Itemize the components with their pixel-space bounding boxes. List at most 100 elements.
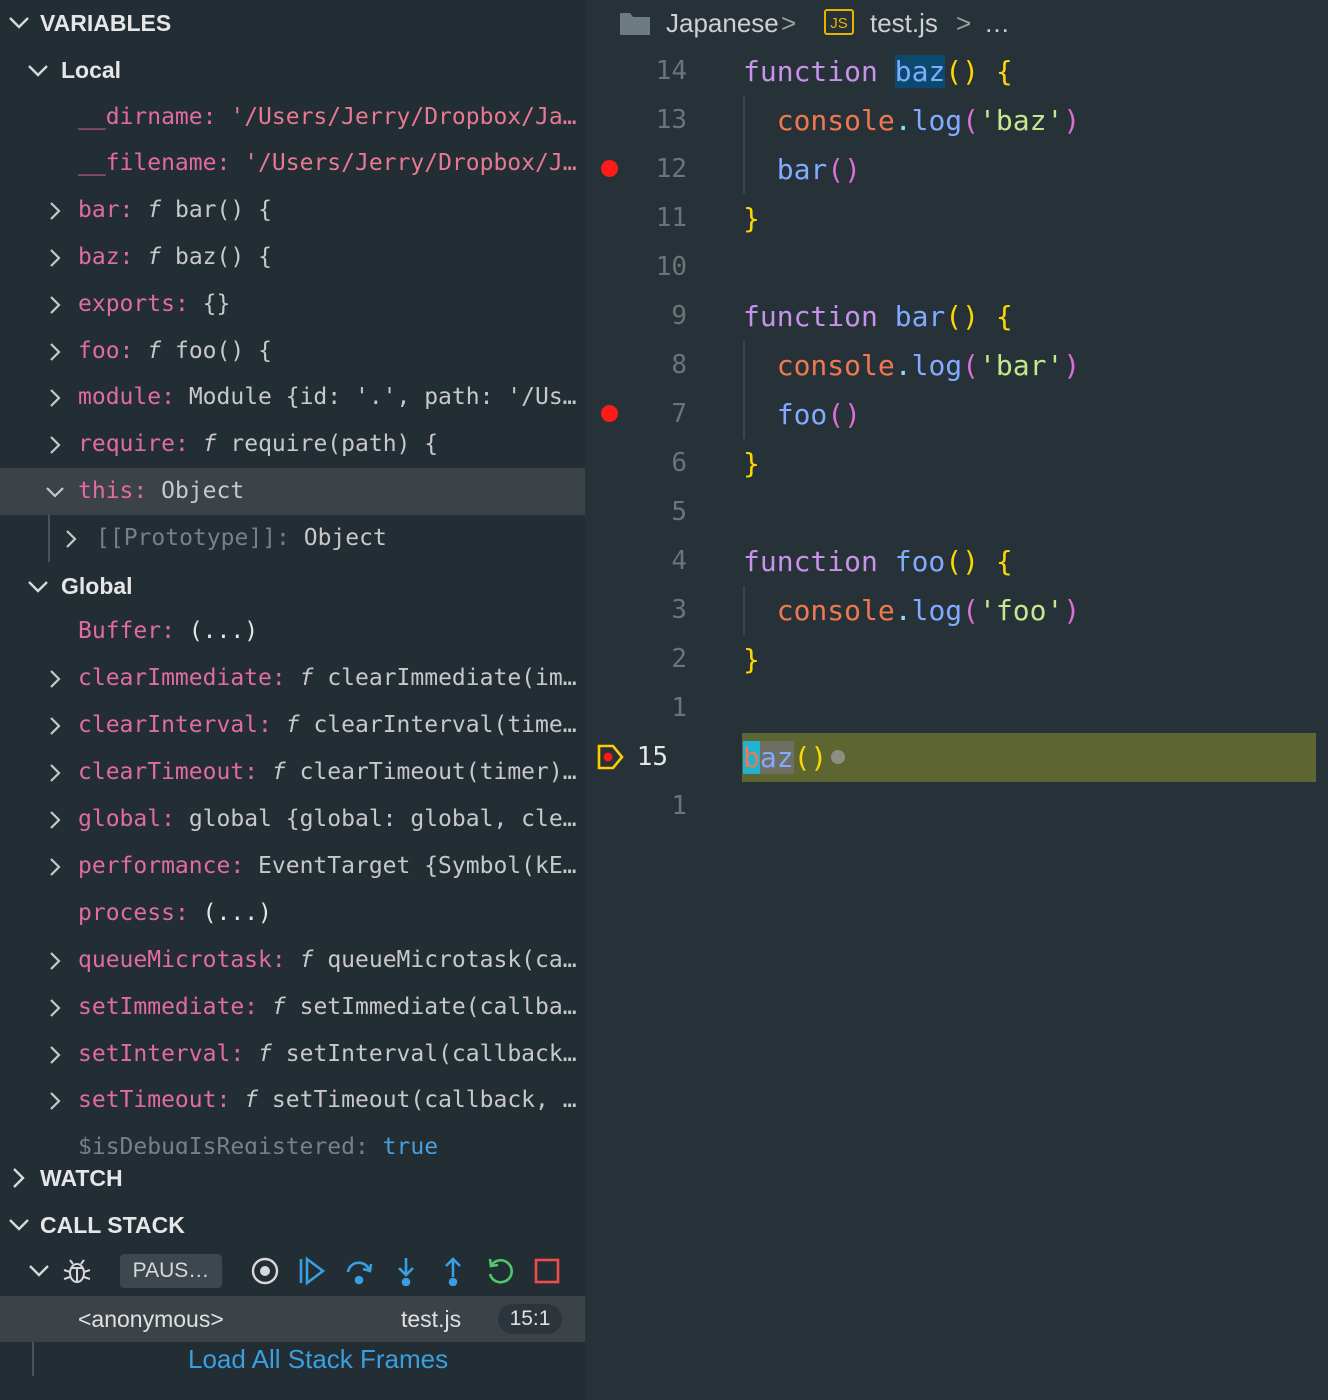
variable-name: setTimeout — [78, 1087, 217, 1113]
variable-name: clearInterval — [78, 712, 259, 738]
variable-name: setInterval — [78, 1041, 231, 1067]
variable-row-global[interactable]: global: global {global: global, cle… — [0, 796, 585, 843]
callstack-section-header[interactable]: CALL STACK — [0, 1202, 585, 1248]
code-line[interactable]: console.log('baz') — [743, 96, 1080, 145]
breakpoints-icon[interactable] — [250, 1256, 280, 1286]
variable-name: performance — [78, 853, 231, 879]
variable-row-process[interactable]: process: (...) — [0, 890, 585, 937]
breakpoint-dot-icon[interactable] — [601, 405, 618, 422]
variable-row-prototype[interactable]: [[Prototype]]: Object — [0, 515, 585, 562]
chevron-down-icon[interactable] — [44, 468, 66, 515]
code-line[interactable]: } — [743, 194, 760, 243]
breadcrumb-more[interactable]: … — [984, 0, 1010, 46]
watch-section-header[interactable]: WATCH — [0, 1155, 585, 1201]
variable-row-setinterval[interactable]: setInterval: f setInterval(callback… — [0, 1031, 585, 1078]
variable-row-module[interactable]: module: Module {id: '.', path: '/Us… — [0, 374, 585, 421]
chevron-right-icon[interactable] — [44, 187, 66, 234]
variable-row-performance[interactable]: performance: EventTarget {Symbol(kE… — [0, 843, 585, 890]
variable-row-baz[interactable]: baz: f baz() { — [0, 234, 585, 281]
variables-section-title: VARIABLES — [40, 10, 172, 36]
chevron-right-icon[interactable] — [44, 984, 66, 1031]
variables-section-header[interactable]: VARIABLES — [0, 0, 585, 46]
continue-icon[interactable] — [297, 1256, 327, 1286]
variable-row-filename[interactable]: __filename: '/Users/Jerry/Dropbox/J… — [0, 140, 585, 187]
code-line-current[interactable]: baz() — [743, 733, 827, 782]
step-over-icon[interactable] — [344, 1256, 374, 1286]
function-glyph: f — [271, 994, 286, 1020]
variable-row-bar[interactable]: bar: f bar() { — [0, 187, 585, 234]
chevron-right-icon[interactable] — [44, 655, 66, 702]
code-line[interactable]: console.log('bar') — [743, 341, 1080, 390]
variable-value: setInterval(callback… — [285, 1041, 577, 1067]
inline-breakpoint-icon[interactable] — [831, 750, 845, 764]
chevron-right-icon[interactable] — [44, 281, 66, 328]
restart-icon[interactable] — [485, 1256, 515, 1286]
variable-value: global {global: global, cle… — [188, 806, 577, 832]
chevron-down-icon[interactable] — [24, 1256, 54, 1286]
breadcrumb-file[interactable]: test.js — [870, 0, 938, 46]
variable-row-require[interactable]: require: f require(path) { — [0, 421, 585, 468]
code-line[interactable]: function baz() { — [743, 47, 1013, 96]
variable-value: baz() { — [174, 244, 272, 270]
variable-row-isdebugisregistered[interactable]: $isDebugIsRegistered: true — [0, 1124, 585, 1154]
chevron-right-icon[interactable] — [44, 1031, 66, 1078]
variable-name: module — [78, 384, 162, 410]
code-line[interactable]: bar() — [743, 145, 861, 194]
variable-row-foo[interactable]: foo: f foo() { — [0, 328, 585, 375]
step-out-icon[interactable] — [438, 1256, 468, 1286]
variable-value: Object — [303, 525, 387, 551]
breakpoint-dot-icon[interactable] — [601, 160, 618, 177]
breadcrumb-folder[interactable]: Japanese — [666, 0, 779, 46]
variable-row-clearimmediate[interactable]: clearImmediate: f clearImmediate(im… — [0, 655, 585, 702]
code-line[interactable]: } — [743, 635, 760, 684]
paused-status-badge: PAUS… — [120, 1254, 222, 1288]
chevron-right-icon[interactable] — [44, 1077, 66, 1124]
variable-row-exports[interactable]: exports: {} — [0, 281, 585, 328]
variable-value: {} — [202, 291, 231, 317]
variable-value: queueMicrotask(ca… — [327, 947, 577, 973]
variable-row-queuemicrotask[interactable]: queueMicrotask: f queueMicrotask(ca… — [0, 937, 585, 984]
load-all-stack-frames-link[interactable]: Load All Stack Frames — [188, 1342, 448, 1376]
function-glyph: f — [271, 759, 286, 785]
variable-name: [[Prototype]] — [96, 525, 277, 551]
line-number: 9 — [671, 301, 687, 331]
code-line[interactable]: function foo() { — [743, 537, 1013, 586]
chevron-right-icon[interactable] — [44, 374, 66, 421]
variable-row-settimeout[interactable]: setTimeout: f setTimeout(callback, … — [0, 1077, 585, 1124]
variable-row-this[interactable]: this: Object — [0, 468, 585, 515]
chevron-right-icon[interactable] — [44, 328, 66, 375]
chevron-right-icon[interactable] — [44, 937, 66, 984]
stack-frame-row[interactable]: <anonymous> test.js 15:1 — [0, 1296, 585, 1342]
variable-value: clearTimeout(timer)… — [299, 759, 577, 785]
chevron-right-icon[interactable] — [44, 749, 66, 796]
chevron-right-icon[interactable] — [44, 234, 66, 281]
code-line[interactable]: } — [743, 439, 760, 488]
line-number: 6 — [671, 448, 687, 478]
scope-global[interactable]: Global — [0, 563, 585, 610]
step-into-icon[interactable] — [391, 1256, 421, 1286]
chevron-right-icon[interactable] — [44, 421, 66, 468]
variable-row-setimmediate[interactable]: setImmediate: f setImmediate(callba… — [0, 984, 585, 1031]
chevron-right-icon[interactable] — [60, 515, 82, 562]
variable-row-cleartimeout[interactable]: clearTimeout: f clearTimeout(timer)… — [0, 749, 585, 796]
chevron-right-icon[interactable] — [44, 796, 66, 843]
chevron-right-icon[interactable] — [44, 843, 66, 890]
code-line[interactable]: foo() — [743, 390, 861, 439]
code-line[interactable]: console.log('foo') — [743, 586, 1080, 635]
chevron-down-icon — [6, 0, 32, 46]
variable-row-buffer[interactable]: Buffer: (...) — [0, 608, 585, 655]
variable-row-clearinterval[interactable]: clearInterval: f clearInterval(time… — [0, 702, 585, 749]
variable-value: '/Users/Jerry/Dropbox/Ja… — [230, 104, 577, 130]
current-frame-icon[interactable] — [597, 744, 625, 774]
code-editor: Japanese > JS test.js > … 14 13 12 11 10… — [585, 0, 1328, 1400]
code-line[interactable]: function bar() { — [743, 292, 1013, 341]
stack-frame-position: 15:1 — [498, 1304, 562, 1334]
stop-icon[interactable] — [532, 1256, 562, 1286]
variable-row-dirname[interactable]: __dirname: '/Users/Jerry/Dropbox/Ja… — [0, 94, 585, 141]
chevron-right-icon[interactable] — [44, 702, 66, 749]
function-glyph: f — [299, 947, 314, 973]
variable-value: bar() { — [174, 197, 272, 223]
bug-icon — [62, 1256, 92, 1286]
scope-local[interactable]: Local — [0, 47, 585, 94]
breadcrumb-separator: > — [956, 8, 972, 38]
